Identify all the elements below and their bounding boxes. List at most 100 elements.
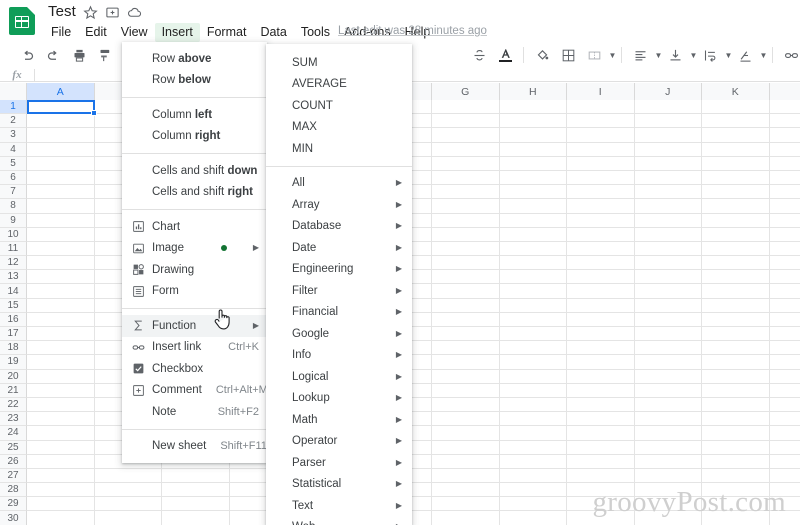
function-submenu-item-array[interactable]: Array ▶ [266,194,412,216]
cell-L16[interactable] [769,312,800,327]
cell-J18[interactable] [634,341,702,356]
cell-L8[interactable] [769,199,800,214]
cell-J26[interactable] [634,454,702,469]
cell-A22[interactable] [27,397,95,413]
cell-H28[interactable] [499,483,567,498]
cell-K30[interactable] [702,511,770,525]
function-submenu-panel[interactable]: SUM AVERAGE COUNT MAX MIN All ▶ Array ▶ Database ▶… [266,44,412,525]
cell-J30[interactable] [634,511,702,525]
row-header-19[interactable]: 19 [0,355,27,370]
row-header-9[interactable]: 9 [0,213,27,228]
cell-L17[interactable] [769,327,800,342]
cell-A9[interactable] [27,213,95,228]
cell-I16[interactable] [567,312,635,327]
row-header-14[interactable]: 14 [0,284,27,299]
row-header-1[interactable]: 1 [0,100,27,115]
function-submenu-item-lookup[interactable]: Lookup ▶ [266,388,412,410]
cell-A10[interactable] [27,227,95,242]
cell-A14[interactable] [27,284,95,299]
cell-H16[interactable] [499,312,567,327]
cell-A30[interactable] [27,511,95,525]
cell-H12[interactable] [499,256,567,271]
insert-menu-item-form[interactable]: Form [122,281,267,303]
function-submenu-item-logical[interactable]: Logical ▶ [266,366,412,388]
cell-H5[interactable] [499,156,567,171]
cell-G23[interactable] [432,412,500,427]
cell-L2[interactable] [769,114,800,129]
cell-L3[interactable] [769,128,800,143]
cell-A4[interactable] [27,142,95,157]
merge-cells-chevron-down-icon[interactable]: ▼ [607,45,616,65]
cell-K19[interactable] [702,355,770,370]
cell-G4[interactable] [432,142,500,157]
cell-K25[interactable] [702,440,770,455]
insert-link-icon[interactable] [781,45,800,65]
cell-C28[interactable] [162,483,230,498]
menu-item-format[interactable]: Format [200,23,254,42]
row-header-26[interactable]: 26 [0,454,27,469]
cell-G24[interactable] [432,426,500,441]
cell-K18[interactable] [702,341,770,356]
function-submenu-item-math[interactable]: Math ▶ [266,409,412,431]
cell-A5[interactable] [27,156,95,171]
function-submenu-item-engineering[interactable]: Engineering ▶ [266,259,412,281]
cell-G11[interactable] [432,241,500,257]
cell-G12[interactable] [432,256,500,271]
horizontal-align-icon[interactable] [630,45,650,65]
merge-cells-icon[interactable] [584,45,604,65]
row-header-27[interactable]: 27 [0,468,27,484]
cell-I5[interactable] [567,156,635,171]
cell-J12[interactable] [634,256,702,271]
cell-I30[interactable] [567,511,635,525]
column-header-L[interactable]: L [769,83,800,100]
row-header-29[interactable]: 29 [0,497,27,512]
cell-L5[interactable] [769,156,800,171]
function-submenu-item-info[interactable]: Info ▶ [266,345,412,367]
cell-I7[interactable] [567,185,635,200]
row-header-23[interactable]: 23 [0,412,27,427]
menu-item-data[interactable]: Data [253,23,293,42]
cell-L24[interactable] [769,426,800,441]
function-submenu-item-database[interactable]: Database ▶ [266,216,412,238]
menu-item-edit[interactable]: Edit [78,23,114,42]
column-header-G[interactable]: G [432,83,500,100]
cell-A28[interactable] [27,483,95,498]
cell-A1[interactable] [27,100,95,115]
cell-L1[interactable] [769,100,800,115]
insert-menu-panel[interactable]: Row above Row below Column left Column righ… [122,42,268,463]
row-header-8[interactable]: 8 [0,199,27,214]
cell-A13[interactable] [27,270,95,285]
cell-I17[interactable] [567,327,635,342]
cell-J9[interactable] [634,213,702,228]
cell-K29[interactable] [702,497,770,512]
cell-G26[interactable] [432,454,500,469]
cell-G20[interactable] [432,369,500,384]
vertical-align-icon[interactable] [665,45,685,65]
cell-C27[interactable] [162,468,230,484]
cell-K3[interactable] [702,128,770,143]
menu-item-insert[interactable]: Insert [154,22,200,42]
column-header-I[interactable]: I [567,83,635,100]
star-icon[interactable] [83,5,100,22]
function-submenu-item-date[interactable]: Date ▶ [266,237,412,259]
row-header-10[interactable]: 10 [0,227,27,242]
cell-K6[interactable] [702,170,770,186]
cell-H11[interactable] [499,241,567,257]
cell-L11[interactable] [769,241,800,257]
cell-G8[interactable] [432,199,500,214]
cell-H6[interactable] [499,170,567,186]
menu-item-view[interactable]: View [114,23,155,42]
cell-H22[interactable] [499,397,567,413]
row-header-28[interactable]: 28 [0,483,27,498]
row-header-3[interactable]: 3 [0,128,27,143]
cell-I26[interactable] [567,454,635,469]
insert-menu-item-note[interactable]: Note Shift+F2 [122,401,267,423]
cell-L9[interactable] [769,213,800,228]
cell-J16[interactable] [634,312,702,327]
vertical-align-chevron-down-icon[interactable]: ▼ [688,45,697,65]
row-header-2[interactable]: 2 [0,114,27,129]
cell-G17[interactable] [432,327,500,342]
menu-item-file[interactable]: File [44,23,78,42]
cell-K2[interactable] [702,114,770,129]
cell-I8[interactable] [567,199,635,214]
